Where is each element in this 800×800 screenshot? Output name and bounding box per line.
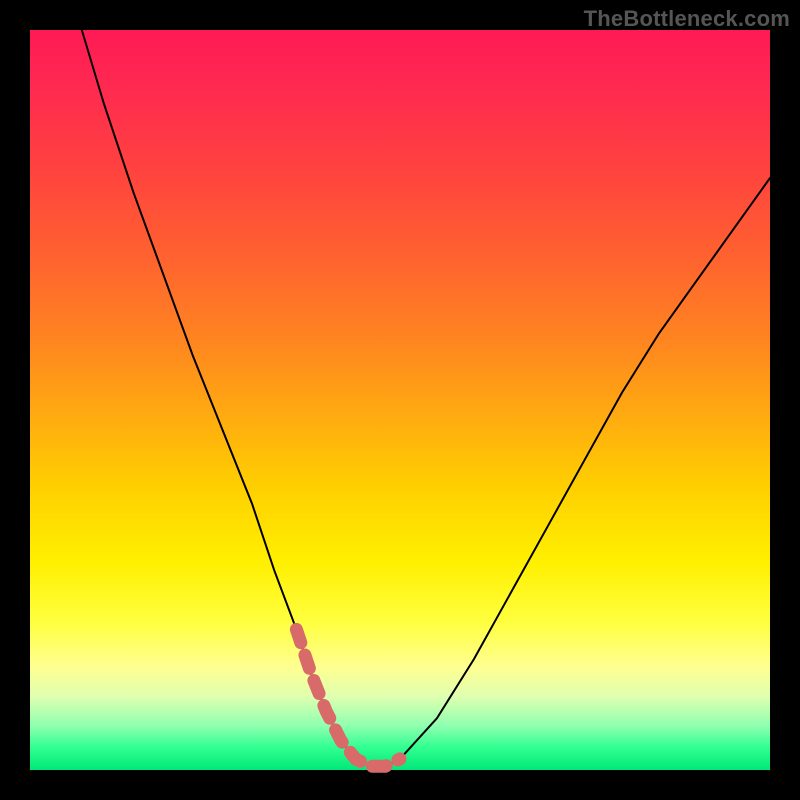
plot-area — [30, 30, 770, 770]
curve-path — [82, 30, 770, 766]
chart-container: TheBottleneck.com — [0, 0, 800, 800]
bottleneck-curve — [30, 30, 770, 770]
highlight-path — [296, 629, 400, 766]
watermark-text: TheBottleneck.com — [584, 6, 790, 32]
